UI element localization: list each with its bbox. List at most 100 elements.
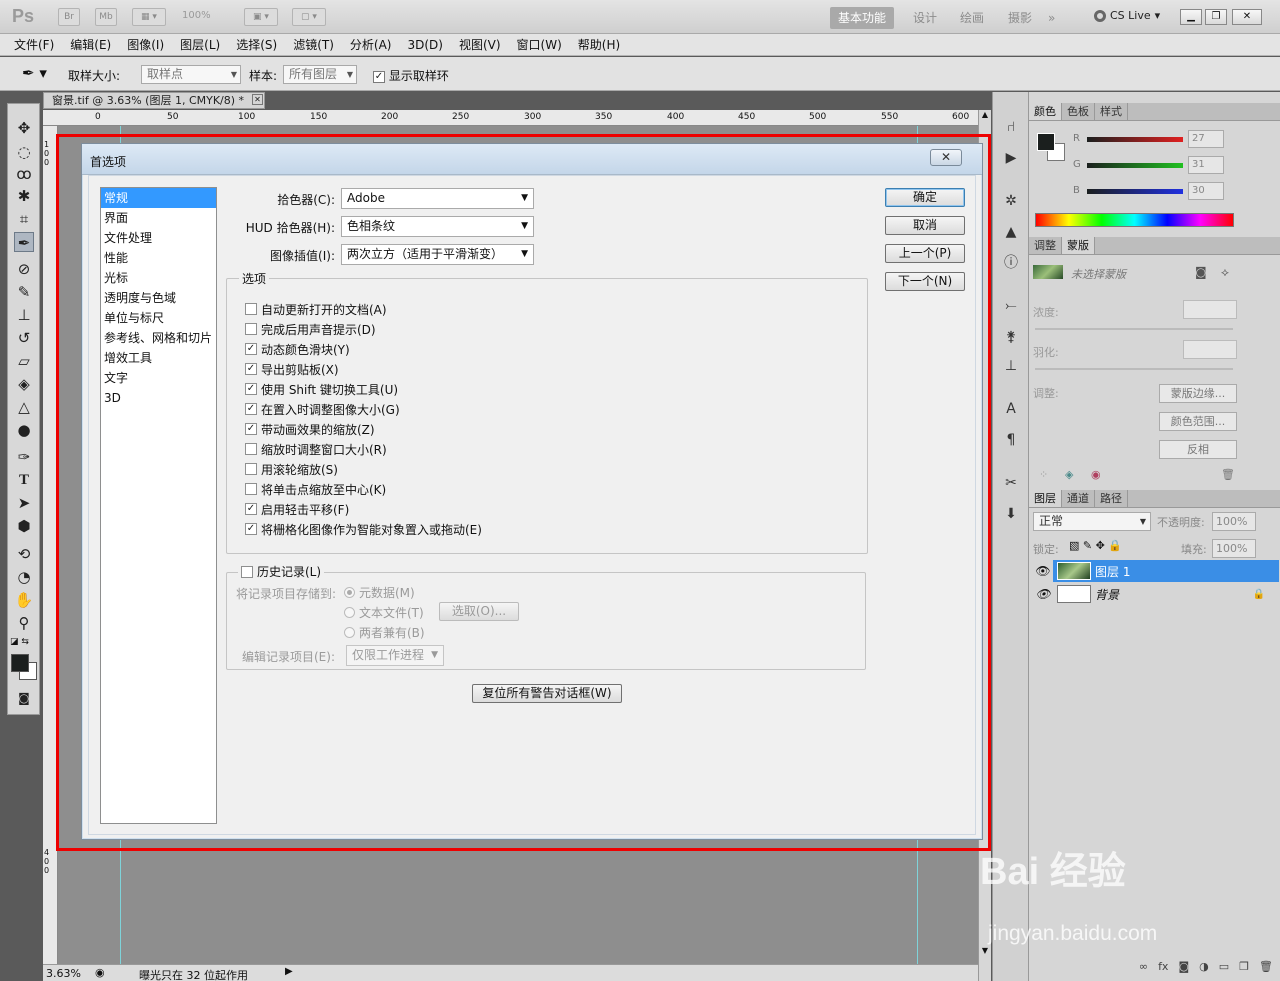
category-guides-grid[interactable]: 参考线、网格和切片 bbox=[101, 328, 216, 348]
option-zoom-resizes-windows[interactable]: 缩放时调整窗口大小(R) bbox=[245, 439, 805, 459]
view-extras-button[interactable]: ▦ ▾ bbox=[132, 8, 166, 26]
scroll-down-icon[interactable]: ▼ bbox=[980, 946, 990, 960]
feather-input[interactable] bbox=[1183, 340, 1237, 359]
red-slider[interactable] bbox=[1087, 137, 1183, 142]
option-flick-panning[interactable]: ✓ 启用轻击平移(F) bbox=[245, 499, 805, 519]
eye-icon[interactable]: 👁 bbox=[1033, 587, 1053, 601]
quick-mask-icon[interactable]: ◙ bbox=[14, 688, 34, 708]
menu-layer[interactable]: 图层(L) bbox=[172, 36, 228, 53]
dialog-titlebar[interactable]: 首选项 ✕ bbox=[82, 144, 982, 175]
clone-stamp-tool-icon[interactable]: ⊥ bbox=[14, 305, 34, 325]
color-picker-select[interactable]: Adobe ▼ bbox=[341, 188, 534, 209]
layer-style-icon[interactable]: fx bbox=[1158, 960, 1168, 978]
category-cursors[interactable]: 光标 bbox=[101, 268, 216, 288]
new-group-icon[interactable]: ▭ bbox=[1219, 960, 1229, 978]
adjustment-layer-icon[interactable]: ◑ bbox=[1199, 960, 1209, 978]
history-group-title[interactable]: 历史记录(L) bbox=[238, 563, 325, 580]
invert-button[interactable]: 反相 bbox=[1159, 440, 1237, 459]
option-place-smart-objects[interactable]: ✓ 将栅格化图像作为智能对象置入或拖动(E) bbox=[245, 519, 805, 539]
tab-styles[interactable]: 样式 bbox=[1095, 103, 1128, 120]
bridge-button[interactable]: Br bbox=[58, 8, 80, 26]
character-panel-icon[interactable]: A bbox=[1002, 400, 1020, 418]
radio-button[interactable] bbox=[344, 606, 355, 618]
workspace-essentials[interactable]: 基本功能 bbox=[830, 7, 895, 29]
radio-button[interactable] bbox=[344, 626, 355, 638]
menu-3d[interactable]: 3D(D) bbox=[399, 38, 450, 52]
sample-size-select[interactable]: 取样点 ▼ bbox=[141, 65, 241, 84]
checkbox[interactable] bbox=[245, 443, 257, 455]
blue-slider[interactable] bbox=[1087, 189, 1183, 194]
disable-mask-icon[interactable]: ◉ bbox=[1091, 468, 1101, 481]
category-file-handling[interactable]: 文件处理 bbox=[101, 228, 216, 248]
history-brush-tool-icon[interactable]: ↺ bbox=[14, 328, 34, 348]
checkbox[interactable]: ✓ bbox=[245, 343, 257, 355]
close-window-button[interactable]: ✕ bbox=[1232, 9, 1262, 25]
next-button[interactable]: 下一个(N) bbox=[885, 272, 965, 291]
new-layer-icon[interactable]: ❐ bbox=[1239, 960, 1249, 978]
checkbox[interactable] bbox=[245, 483, 257, 495]
category-interface[interactable]: 界面 bbox=[101, 208, 216, 228]
status-menu-arrow-icon[interactable]: ▶ bbox=[285, 966, 293, 977]
3d-orbit-tool-icon[interactable]: ◔ bbox=[14, 567, 34, 587]
3d-panel-icon[interactable]: ⬇ bbox=[1002, 505, 1020, 523]
load-selection-icon[interactable]: ⁘ bbox=[1039, 468, 1048, 481]
reset-warnings-button[interactable]: 复位所有警告对话框(W) bbox=[472, 684, 622, 703]
brush-presets-icon[interactable]: ⤚ bbox=[1002, 297, 1020, 315]
density-slider[interactable] bbox=[1035, 328, 1233, 330]
lasso-tool-icon[interactable]: ꝏ bbox=[14, 164, 34, 184]
tab-layers[interactable]: 图层 bbox=[1029, 490, 1062, 507]
interpolation-select[interactable]: 两次立方（适用于平滑渐变） ▼ bbox=[341, 244, 534, 265]
healing-brush-tool-icon[interactable]: ⊘ bbox=[14, 259, 34, 279]
mini-bridge-button[interactable]: Mb bbox=[95, 8, 117, 26]
menu-view[interactable]: 视图(V) bbox=[451, 36, 509, 53]
cs-live-menu[interactable]: CS Live ▾ bbox=[1094, 9, 1160, 22]
option-beep-when-done[interactable]: 完成后用声音提示(D) bbox=[245, 319, 805, 339]
dialog-close-button[interactable]: ✕ bbox=[930, 149, 962, 166]
path-selection-tool-icon[interactable]: ➤ bbox=[14, 493, 34, 513]
radio-text-file[interactable]: 文本文件(T) bbox=[344, 602, 424, 622]
type-tool-icon[interactable]: T bbox=[14, 470, 34, 490]
density-input[interactable] bbox=[1183, 300, 1237, 319]
show-ring-checkbox[interactable]: ✓ bbox=[373, 70, 385, 83]
category-3d[interactable]: 3D bbox=[101, 388, 216, 408]
shape-tool-icon[interactable]: ⬢ bbox=[14, 516, 34, 536]
tab-paths[interactable]: 路径 bbox=[1095, 490, 1128, 507]
paragraph-panel-icon[interactable]: ¶ bbox=[1002, 431, 1020, 449]
radio-metadata[interactable]: 元数据(M) bbox=[344, 582, 415, 602]
menu-window[interactable]: 窗口(W) bbox=[509, 36, 570, 53]
choose-file-button[interactable]: 选取(O)... bbox=[439, 602, 519, 621]
navigator-panel-icon[interactable]: ✲ bbox=[1002, 192, 1020, 210]
color-range-button[interactable]: 颜色范围... bbox=[1159, 412, 1237, 431]
checkbox[interactable]: ✓ bbox=[245, 503, 257, 515]
checkbox[interactable] bbox=[245, 303, 257, 315]
brush-tool-icon[interactable]: ✎ bbox=[14, 282, 34, 302]
tab-masks[interactable]: 蒙版 bbox=[1062, 237, 1095, 254]
document-tab[interactable]: 窗景.tif @ 3.63% (图层 1, CMYK/8) * ✕ bbox=[43, 92, 265, 109]
option-resize-on-place[interactable]: ✓ 在置入时调整图像大小(G) bbox=[245, 399, 805, 419]
screen-mode-button[interactable]: ▢ ▾ bbox=[292, 8, 326, 26]
link-layers-icon[interactable]: ∞ bbox=[1139, 960, 1148, 978]
ok-button[interactable]: 确定 bbox=[885, 188, 965, 207]
blue-value[interactable]: 30 bbox=[1188, 182, 1224, 200]
opacity-input[interactable]: 100% bbox=[1212, 512, 1256, 531]
paint-bucket-tool-icon[interactable]: ◈ bbox=[14, 374, 34, 394]
layer-row-background[interactable]: 👁 背景 🔒 bbox=[1033, 583, 1279, 605]
history-panel-icon[interactable]: ⑁ bbox=[1002, 118, 1020, 136]
feather-slider[interactable] bbox=[1035, 368, 1233, 370]
cancel-button[interactable]: 取消 bbox=[885, 216, 965, 235]
menu-file[interactable]: 文件(F) bbox=[6, 36, 62, 53]
option-dynamic-sliders[interactable]: ✓ 动态颜色滑块(Y) bbox=[245, 339, 805, 359]
option-animated-zoom[interactable]: ✓ 带动画效果的缩放(Z) bbox=[245, 419, 805, 439]
zoom-tool-icon[interactable]: ⚲ bbox=[14, 613, 34, 633]
category-type[interactable]: 文字 bbox=[101, 368, 216, 388]
lock-icons[interactable]: ▧ ✎ ✥ 🔒 bbox=[1069, 539, 1122, 552]
menu-image[interactable]: 图像(I) bbox=[119, 36, 172, 53]
delete-mask-icon[interactable]: 🗑 bbox=[1221, 468, 1235, 481]
sample-select[interactable]: 所有图层 ▼ bbox=[283, 65, 357, 84]
category-performance[interactable]: 性能 bbox=[101, 248, 216, 268]
arrange-documents-button[interactable]: ▣ ▾ bbox=[244, 8, 278, 26]
actions-panel-icon[interactable]: ▶ bbox=[1002, 149, 1020, 167]
default-colors-icon[interactable]: ◪ ⇆ bbox=[10, 637, 29, 647]
blur-tool-icon[interactable]: △ bbox=[14, 397, 34, 417]
checkbox[interactable]: ✓ bbox=[245, 403, 257, 415]
